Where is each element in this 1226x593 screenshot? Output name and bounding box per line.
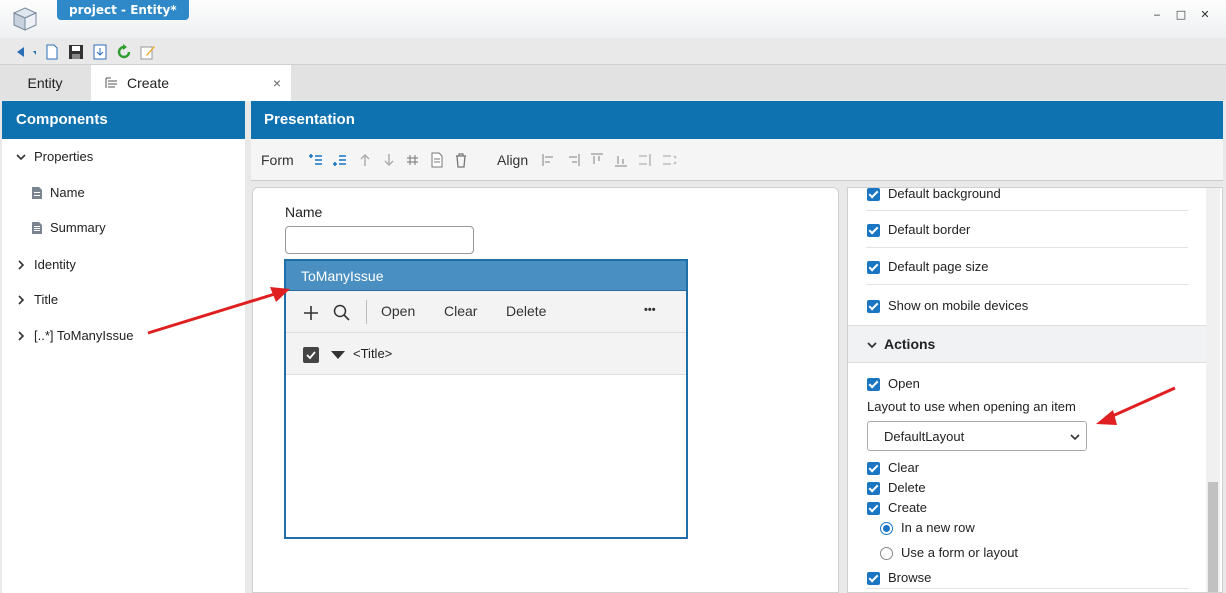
components-panel: Components Properties Name Summary Ident…: [2, 101, 245, 593]
name-field-label: Name: [285, 204, 323, 220]
app-cube-icon: [12, 7, 38, 31]
checkbox[interactable]: [867, 188, 880, 201]
trash-icon[interactable]: [453, 152, 469, 168]
chevron-down-icon: [16, 154, 26, 161]
actions-title: Actions: [884, 336, 936, 352]
components-title: Components: [2, 101, 245, 139]
checkbox[interactable]: [867, 572, 880, 585]
checkbox[interactable]: [867, 378, 880, 391]
minimize-button[interactable]: ‒: [1150, 8, 1164, 22]
open-button[interactable]: Open: [381, 303, 415, 319]
layout-select[interactable]: DefaultLayout: [867, 421, 1087, 451]
grid-icon[interactable]: [405, 152, 421, 168]
expand-triangle-icon[interactable]: [331, 351, 345, 359]
window-title: project - Entity*: [57, 0, 189, 20]
plus-icon[interactable]: [303, 305, 319, 321]
form-layout-icon: [105, 77, 117, 88]
align-top-icon[interactable]: [589, 152, 605, 168]
more-button[interactable]: •••: [644, 304, 656, 316]
add-field-above-icon[interactable]: [307, 152, 323, 168]
close-button[interactable]: ✕: [1198, 8, 1212, 22]
layout-label: Layout to use when opening an item: [867, 399, 1076, 414]
checkbox[interactable]: [867, 261, 880, 274]
maximize-button[interactable]: □: [1174, 8, 1188, 22]
tomanyissue-component[interactable]: ToManyIssue Open Clear Delete ••• <Title…: [284, 259, 688, 539]
presentation-title: Presentation: [251, 101, 1223, 139]
chevron-right-icon: [18, 260, 25, 270]
tab-create[interactable]: Create ×: [91, 65, 291, 101]
tab-create-label: Create: [127, 75, 170, 91]
presentation-toolbar: Form Align: [251, 139, 1223, 181]
align-right-icon[interactable]: [565, 152, 581, 168]
tomanyissue-title: ToManyIssue: [286, 261, 686, 291]
add-field-below-icon[interactable]: [331, 152, 347, 168]
move-down-icon[interactable]: [381, 152, 397, 168]
checkbox[interactable]: [867, 300, 880, 313]
radio-unselected[interactable]: [880, 547, 893, 560]
actions-section-header[interactable]: Actions: [848, 325, 1206, 363]
toolbar-divider: [366, 300, 367, 324]
new-icon[interactable]: [44, 44, 60, 60]
row-checkbox[interactable]: [303, 347, 319, 363]
search-icon[interactable]: [333, 304, 350, 321]
form-label: Form: [261, 152, 294, 168]
checkbox[interactable]: [867, 224, 880, 237]
radio-selected[interactable]: [880, 522, 893, 535]
distribute-vertical-icon[interactable]: [661, 152, 677, 168]
chevron-down-icon: [867, 342, 877, 349]
tomanyissue-toolbar: Open Clear Delete •••: [286, 291, 686, 333]
checkbox[interactable]: [867, 482, 880, 495]
page-icon[interactable]: [429, 152, 445, 168]
align-label: Align: [497, 152, 529, 168]
title-bar: project - Entity* ‒ □ ✕: [0, 0, 1226, 38]
properties-scrollbar[interactable]: [1206, 188, 1220, 592]
align-left-icon[interactable]: [541, 152, 557, 168]
delete-button[interactable]: Delete: [506, 303, 546, 319]
chevron-right-icon: [18, 295, 25, 305]
form-canvas: Name ToManyIssue Open Clear Delete ••• <…: [252, 187, 839, 593]
distribute-horizontal-icon[interactable]: [637, 152, 653, 168]
properties-panel: Default background Default border Defaul…: [847, 187, 1223, 593]
clear-button[interactable]: Clear: [444, 303, 477, 319]
tab-entity[interactable]: Entity: [0, 65, 90, 101]
export-icon[interactable]: [92, 44, 108, 60]
move-up-icon[interactable]: [357, 152, 373, 168]
row-title-placeholder: <Title>: [353, 346, 393, 361]
checkbox[interactable]: [867, 462, 880, 475]
scrollbar-thumb[interactable]: [1208, 482, 1218, 592]
field-doc-icon: [32, 222, 42, 234]
editor-tabs: Entity Create ×: [0, 64, 1226, 101]
chevron-down-icon: [1070, 434, 1080, 441]
name-input[interactable]: [285, 226, 474, 254]
save-icon[interactable]: [68, 44, 84, 60]
presentation-panel: Presentation Form Align Name ToManyIssue…: [251, 101, 1223, 593]
field-doc-icon: [32, 187, 42, 199]
back-icon[interactable]: [10, 44, 36, 60]
refresh-icon[interactable]: [116, 44, 132, 60]
align-bottom-icon[interactable]: [613, 152, 629, 168]
main-toolbar: [0, 40, 1226, 64]
checkbox[interactable]: [867, 502, 880, 515]
tomanyissue-row[interactable]: <Title>: [286, 333, 686, 375]
tab-close-icon[interactable]: ×: [273, 65, 281, 101]
edit-icon[interactable]: [140, 44, 156, 60]
chevron-right-icon: [18, 331, 25, 341]
